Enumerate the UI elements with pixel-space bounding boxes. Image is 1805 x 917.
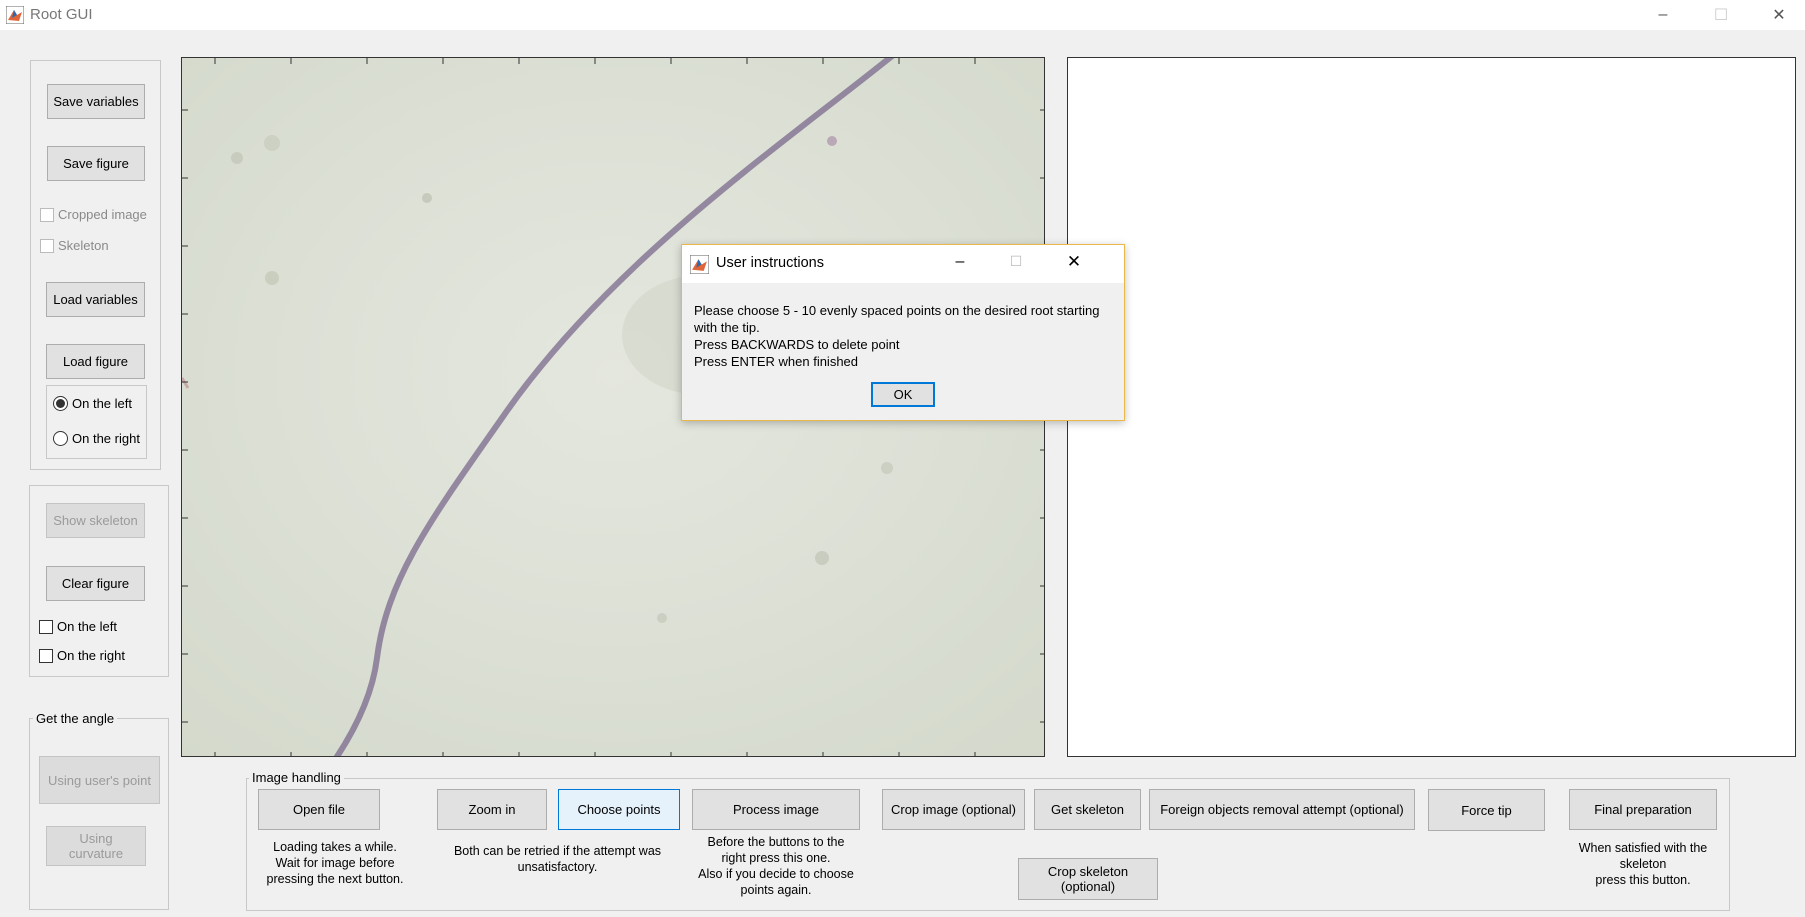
window-titlebar: Root GUI – ☐ ✕: [0, 0, 1805, 30]
clear-figure-button[interactable]: Clear figure: [46, 566, 145, 601]
crop-image-button[interactable]: Crop image (optional): [882, 789, 1025, 830]
ok-button[interactable]: OK: [871, 382, 935, 407]
cropped-image-checkbox[interactable]: [40, 207, 54, 222]
angle-panel: [29, 718, 169, 910]
user-instructions-dialog: User instructions – ☐ ✕ Please choose 5 …: [681, 244, 1125, 421]
clear-right-label: On the right: [57, 648, 125, 663]
show-skeleton-button[interactable]: Show skeleton: [46, 503, 145, 538]
dialog-titlebar: User instructions – ☐ ✕: [682, 245, 1124, 283]
image-handling-title: Image handling: [249, 770, 344, 785]
cropped-image-checkbox-row[interactable]: Cropped image: [40, 207, 147, 222]
close-button[interactable]: ✕: [1750, 0, 1805, 30]
radio-right-label: On the right: [72, 431, 140, 446]
dialog-minimize-button[interactable]: –: [940, 253, 980, 271]
dialog-message: Please choose 5 - 10 evenly spaced point…: [694, 302, 1119, 370]
dialog-line-1: Please choose 5 - 10 evenly spaced point…: [694, 303, 1100, 318]
clear-left-checkbox-row[interactable]: On the left: [39, 619, 117, 634]
using-users-point-button[interactable]: Using user's point: [39, 756, 160, 804]
clear-left-checkbox[interactable]: [39, 619, 53, 634]
final-preparation-description: When satisfied with the skeleton press t…: [1578, 841, 1708, 887]
window-title: Root GUI: [30, 6, 93, 23]
skeleton-checkbox-row[interactable]: Skeleton: [40, 238, 109, 253]
clear-left-label: On the left: [57, 619, 117, 634]
process-image-button[interactable]: Process image: [692, 789, 860, 830]
open-file-description: Loading takes a while. Wait for image be…: [266, 840, 404, 886]
radio-on-the-left[interactable]: [53, 396, 68, 411]
dialog-line-3: Press BACKWARDS to delete point: [694, 337, 900, 352]
angle-panel-title: Get the angle: [33, 711, 118, 726]
result-axes[interactable]: [1067, 57, 1796, 757]
clear-right-checkbox[interactable]: [39, 648, 53, 663]
matlab-icon: [5, 5, 25, 25]
choose-points-button[interactable]: Choose points: [558, 789, 680, 830]
open-file-button[interactable]: Open file: [258, 789, 380, 830]
dialog-line-4: Press ENTER when finished: [694, 354, 859, 369]
dialog-title: User instructions: [716, 255, 824, 271]
cropped-image-label: Cropped image: [58, 207, 147, 222]
save-variables-button[interactable]: Save variables: [47, 84, 145, 119]
foreign-objects-removal-button[interactable]: Foreign objects removal attempt (optiona…: [1149, 789, 1415, 830]
radio-row-left[interactable]: On the left: [53, 396, 132, 411]
using-curvature-button[interactable]: Using curvature: [46, 826, 146, 866]
get-skeleton-button[interactable]: Get skeleton: [1034, 789, 1141, 830]
save-figure-button[interactable]: Save figure: [47, 146, 145, 181]
dialog-line-2: with the tip.: [694, 320, 760, 335]
retry-description: Both can be retried if the attempt was u…: [453, 844, 662, 874]
force-tip-button[interactable]: Force tip: [1428, 789, 1545, 831]
dialog-maximize-button[interactable]: ☐: [996, 253, 1036, 270]
crop-skeleton-button[interactable]: Crop skeleton (optional): [1018, 858, 1158, 900]
radio-on-the-right[interactable]: [53, 431, 68, 446]
load-figure-button[interactable]: Load figure: [46, 344, 145, 379]
dialog-close-button[interactable]: ✕: [1054, 252, 1094, 272]
process-image-description: Before the buttons to the right press th…: [698, 835, 854, 897]
maximize-button[interactable]: ☐: [1692, 0, 1750, 30]
matlab-icon: [689, 254, 710, 275]
radio-row-right[interactable]: On the right: [53, 431, 140, 446]
skeleton-label: Skeleton: [58, 238, 109, 253]
zoom-in-button[interactable]: Zoom in: [437, 789, 547, 830]
skeleton-checkbox[interactable]: [40, 238, 54, 253]
load-variables-button[interactable]: Load variables: [46, 282, 145, 317]
final-preparation-button[interactable]: Final preparation: [1569, 789, 1717, 830]
clear-right-checkbox-row[interactable]: On the right: [39, 648, 125, 663]
minimize-button[interactable]: –: [1634, 0, 1692, 30]
radio-left-label: On the left: [72, 396, 132, 411]
